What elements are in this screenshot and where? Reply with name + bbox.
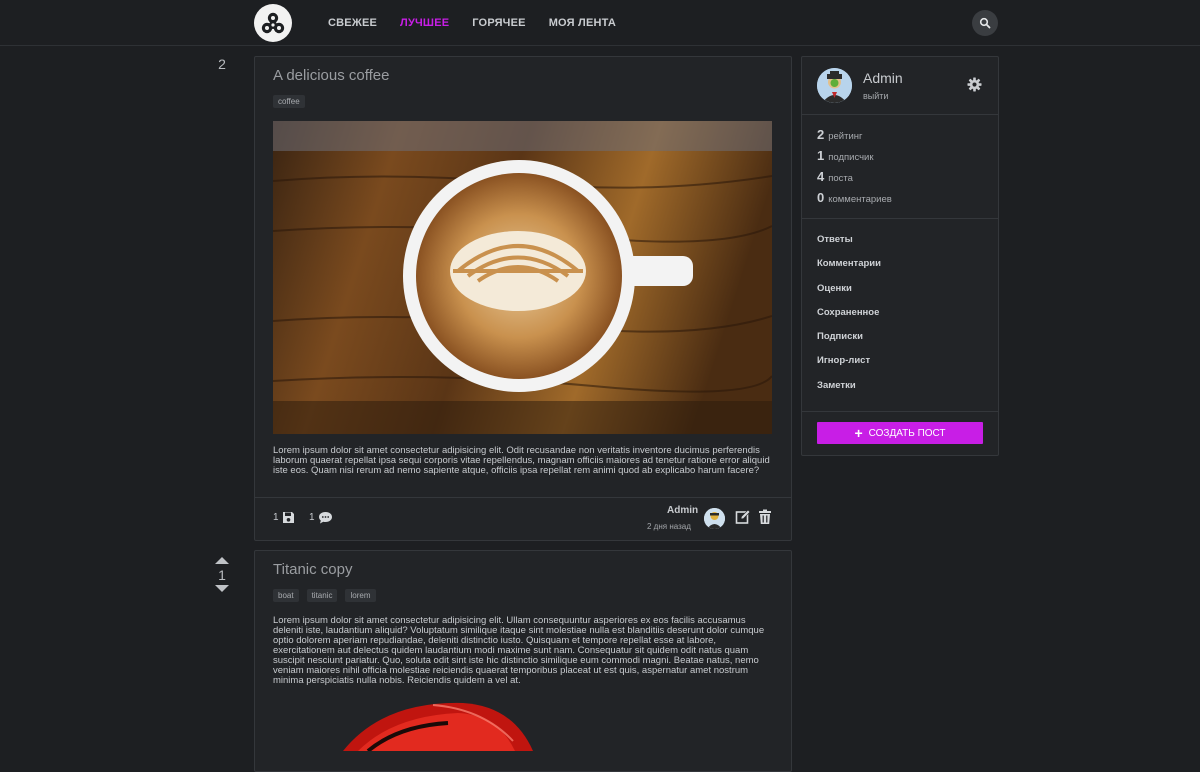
post-rating: 1 <box>205 557 239 592</box>
rating-value: 1 <box>218 567 226 583</box>
sidebar-item-notes[interactable]: Заметки <box>817 380 881 404</box>
sidebar-item-saved[interactable]: Сохраненное <box>817 307 881 331</box>
gear-icon <box>967 77 982 92</box>
post-card: A delicious coffee coffee Lorem ipsum do… <box>254 56 792 541</box>
edit-icon <box>735 509 751 524</box>
post-rating: 2 <box>205 56 239 72</box>
edit-button[interactable] <box>735 509 751 530</box>
post-tags: coffee <box>273 95 313 108</box>
fidget-spinner-icon <box>261 12 285 34</box>
top-navigation-bar: СВЕЖЕЕ ЛУЧШЕЕ ГОРЯЧЕЕ МОЯ ЛЕНТА <box>0 0 1200 46</box>
user-name[interactable]: Admin <box>863 70 903 86</box>
author-name[interactable]: Admin <box>667 505 698 516</box>
stat-label: комментариев <box>828 194 892 205</box>
nav-fresh[interactable]: СВЕЖЕЕ <box>328 17 377 29</box>
logo[interactable] <box>254 4 292 42</box>
downvote-arrow-icon[interactable] <box>215 585 229 592</box>
trash-icon <box>759 509 771 524</box>
comment-bubble-icon <box>318 512 332 524</box>
post-title[interactable]: Titanic copy <box>273 561 352 578</box>
user-sidebar: Admin выйти 2 рейтинг 1 подписчик 4 пост… <box>801 56 999 456</box>
sidebar-item-answers[interactable]: Ответы <box>817 234 881 258</box>
stat-value: 0 <box>817 190 825 205</box>
sidebar-item-subscriptions[interactable]: Подписки <box>817 331 881 355</box>
search-button[interactable] <box>972 10 998 36</box>
stat-label: поста <box>828 173 853 184</box>
nav-best[interactable]: ЛУЧШЕЕ <box>400 17 449 29</box>
save-stat[interactable]: 1 <box>273 511 295 524</box>
create-post-label: СОЗДАТЬ ПОСТ <box>868 427 946 439</box>
stat-value: 2 <box>817 127 825 142</box>
sidebar-item-comments[interactable]: Комментарии <box>817 258 881 282</box>
plus-icon: + <box>854 425 863 441</box>
divider <box>802 411 998 412</box>
stat-label: подписчик <box>828 152 874 163</box>
search-icon <box>979 17 991 29</box>
delete-button[interactable] <box>758 509 772 530</box>
post-footer: 1 1 Admin 2 дня назад <box>255 497 791 540</box>
post-image-titanic <box>273 701 772 751</box>
tag[interactable]: coffee <box>273 95 305 108</box>
floppy-disk-icon <box>282 512 294 523</box>
post-text: Lorem ipsum dolor sit amet consectetur a… <box>273 615 765 686</box>
user-stats: 2 рейтинг 1 подписчик 4 поста 0 коммента… <box>817 127 892 211</box>
create-post-button[interactable]: + СОЗДАТЬ ПОСТ <box>817 422 983 444</box>
post-text: Lorem ipsum dolor sit amet consectetur a… <box>273 445 770 476</box>
stat-comments: 0 комментариев <box>817 190 892 211</box>
nav-hot[interactable]: ГОРЯЧЕЕ <box>472 17 525 29</box>
post-title[interactable]: A delicious coffee <box>273 67 389 84</box>
sidebar-menu: Ответы Комментарии Оценки Сохраненное По… <box>817 234 881 404</box>
stat-subscribers: 1 подписчик <box>817 148 892 169</box>
stat-posts: 4 поста <box>817 169 892 190</box>
rating-value: 2 <box>218 56 226 72</box>
stat-value: 1 <box>817 148 825 163</box>
avatar[interactable] <box>817 68 852 103</box>
main-nav: СВЕЖЕЕ ЛУЧШЕЕ ГОРЯЧЕЕ МОЯ ЛЕНТА <box>328 0 639 45</box>
settings-button[interactable] <box>967 77 982 97</box>
save-count: 1 <box>273 512 279 523</box>
post-timestamp: 2 дня назад <box>647 522 691 531</box>
upvote-arrow-icon[interactable] <box>215 557 229 564</box>
post-image-coffee <box>273 121 772 434</box>
tag[interactable]: boat <box>273 589 299 602</box>
sidebar-profile-header: Admin выйти <box>802 57 998 115</box>
comment-stat[interactable]: 1 <box>309 511 333 524</box>
nav-my-feed[interactable]: МОЯ ЛЕНТА <box>549 17 616 29</box>
tag[interactable]: lorem <box>345 589 376 602</box>
sidebar-item-ignore-list[interactable]: Игнор-лист <box>817 355 881 379</box>
logout-link[interactable]: выйти <box>863 91 888 101</box>
post-card: Titanic copy boat titanic lorem Lorem ip… <box>254 550 792 772</box>
stat-value: 4 <box>817 169 825 184</box>
divider <box>802 218 998 219</box>
post-tags: boat titanic lorem <box>273 589 384 602</box>
sidebar-item-ratings[interactable]: Оценки <box>817 283 881 307</box>
stat-rating: 2 рейтинг <box>817 127 892 148</box>
author-avatar[interactable] <box>704 508 725 529</box>
tag[interactable]: titanic <box>306 589 338 602</box>
stat-label: рейтинг <box>828 131 863 142</box>
comment-count: 1 <box>309 512 315 523</box>
